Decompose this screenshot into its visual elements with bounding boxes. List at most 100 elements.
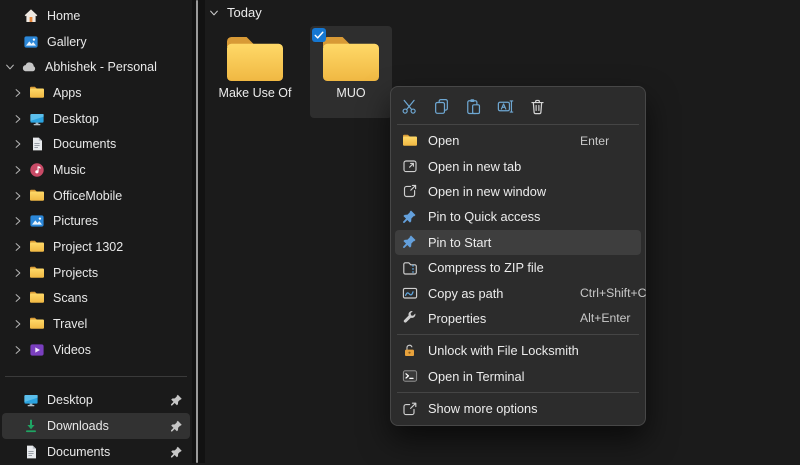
checkmark-icon <box>313 29 325 41</box>
folder-icon <box>29 265 45 281</box>
sidebar-item-videos[interactable]: Videos <box>2 337 190 363</box>
menu-item-label: Open <box>428 133 459 148</box>
chevron-down-icon[interactable] <box>208 7 220 19</box>
sidebar-item-label: OfficeMobile <box>53 189 122 203</box>
sidebar-item-label: Music <box>53 163 86 177</box>
folder-name: Make Use Of <box>214 86 296 100</box>
sidebar-item-documents[interactable]: Documents <box>2 131 190 157</box>
sidebar-item-music[interactable]: Music <box>2 157 190 183</box>
open-folder-icon <box>402 133 418 149</box>
sidebar-divider <box>5 376 187 377</box>
menu-item-pin-to-start[interactable]: Pin to Start <box>395 230 641 255</box>
menu-item-open-in-new-tab[interactable]: Open in new tab <box>395 153 641 178</box>
chevron-right-icon[interactable] <box>10 318 26 330</box>
sidebar-item-pictures[interactable]: Pictures <box>2 209 190 235</box>
sidebar-item-projects[interactable]: Projects <box>2 260 190 286</box>
menu-item-open[interactable]: Open Enter <box>395 128 641 153</box>
sidebar-item-apps[interactable]: Apps <box>2 80 190 106</box>
show-more-icon <box>402 401 418 417</box>
wrench-icon <box>402 310 418 326</box>
sidebar-pinned-documents[interactable]: Documents <box>2 439 190 465</box>
scrollbar-thumb[interactable] <box>196 0 198 463</box>
chevron-right-icon[interactable] <box>10 190 26 202</box>
videos-icon <box>29 342 45 358</box>
copy-icon[interactable] <box>431 96 451 116</box>
sidebar-item-onedrive-personal[interactable]: Abhishek - Personal <box>2 54 190 80</box>
sidebar-pinned-desktop[interactable]: Desktop <box>2 388 190 414</box>
sidebar-item-label: Project 1302 <box>53 240 123 254</box>
pin-icon <box>402 209 418 225</box>
context-menu-quick-actions <box>395 91 641 121</box>
sidebar-item-scans[interactable]: Scans <box>2 286 190 312</box>
sidebar-item-label: Apps <box>53 86 82 100</box>
pin-icon <box>170 394 183 407</box>
sidebar-item-officemobile[interactable]: OfficeMobile <box>2 183 190 209</box>
sidebar-item-desktop[interactable]: Desktop <box>2 106 190 132</box>
menu-shortcut: Ctrl+Shift+C <box>580 286 646 300</box>
sidebar-item-travel[interactable]: Travel <box>2 311 190 337</box>
open-new-tab-icon <box>402 158 418 174</box>
group-title: Today <box>227 5 262 20</box>
sidebar-item-label: Travel <box>53 317 87 331</box>
menu-item-label: Unlock with File Locksmith <box>428 343 579 358</box>
menu-item-unlock-file-locksmith[interactable]: Unlock with File Locksmith <box>395 338 641 363</box>
document-icon <box>29 136 45 152</box>
sidebar-item-label: Documents <box>47 445 110 459</box>
terminal-icon <box>402 368 418 384</box>
document-icon <box>23 444 39 460</box>
delete-icon[interactable] <box>527 96 547 116</box>
chevron-right-icon[interactable] <box>10 241 26 253</box>
chevron-right-icon[interactable] <box>10 113 26 125</box>
downloads-icon <box>23 418 39 434</box>
desktop-icon <box>23 392 39 408</box>
sidebar-item-label: Scans <box>53 291 88 305</box>
menu-item-properties[interactable]: Properties Alt+Enter <box>395 306 641 331</box>
menu-item-label: Open in new window <box>428 184 546 199</box>
menu-item-label: Compress to ZIP file <box>428 260 544 275</box>
open-new-window-icon <box>402 183 418 199</box>
menu-item-pin-to-quick-access[interactable]: Pin to Quick access <box>395 204 641 229</box>
menu-item-show-more-options[interactable]: Show more options <box>395 396 641 421</box>
menu-item-label: Properties <box>428 311 486 326</box>
copy-path-icon <box>402 285 418 301</box>
navigation-pane: Home Gallery Abhishek - Personal Apps De… <box>0 0 192 463</box>
menu-shortcut: Alt+Enter <box>580 311 630 325</box>
pin-icon <box>402 234 418 250</box>
chevron-right-icon[interactable] <box>10 138 26 150</box>
selection-checkbox[interactable] <box>312 28 326 42</box>
folder-icon <box>29 290 45 306</box>
sidebar-item-home[interactable]: Home <box>2 3 190 29</box>
sidebar-item-gallery[interactable]: Gallery <box>2 29 190 55</box>
chevron-right-icon[interactable] <box>10 215 26 227</box>
folder-tile-muo[interactable]: MUO <box>310 26 392 118</box>
sidebar-item-label: Documents <box>53 137 116 151</box>
chevron-right-icon[interactable] <box>10 267 26 279</box>
cut-icon[interactable] <box>399 96 419 116</box>
folder-tile-make-use-of[interactable]: Make Use Of <box>214 26 296 118</box>
chevron-down-icon[interactable] <box>2 61 18 73</box>
sidebar-pinned-downloads[interactable]: Downloads <box>2 413 190 439</box>
menu-item-compress-to-zip[interactable]: Compress to ZIP file <box>395 255 641 280</box>
chevron-right-icon[interactable] <box>10 292 26 304</box>
sidebar-item-project-1302[interactable]: Project 1302 <box>2 234 190 260</box>
desktop-icon <box>29 111 45 127</box>
padlock-icon <box>402 343 418 359</box>
folder-icon <box>29 316 45 332</box>
rename-icon[interactable] <box>495 96 515 116</box>
menu-item-copy-as-path[interactable]: Copy as path Ctrl+Shift+C <box>395 280 641 305</box>
chevron-right-icon[interactable] <box>10 164 26 176</box>
music-icon <box>29 162 45 178</box>
chevron-right-icon[interactable] <box>10 344 26 356</box>
pin-icon <box>170 445 183 458</box>
sidebar-item-label: Desktop <box>47 393 93 407</box>
folder-name: MUO <box>310 86 392 100</box>
menu-item-open-in-new-window[interactable]: Open in new window <box>395 179 641 204</box>
menu-separator <box>397 392 639 393</box>
group-header-today[interactable]: Today <box>208 5 262 20</box>
gallery-icon <box>23 34 39 50</box>
chevron-right-icon[interactable] <box>10 87 26 99</box>
pin-icon <box>170 420 183 433</box>
folder-icon <box>29 239 45 255</box>
paste-icon[interactable] <box>463 96 483 116</box>
menu-item-open-in-terminal[interactable]: Open in Terminal <box>395 364 641 389</box>
